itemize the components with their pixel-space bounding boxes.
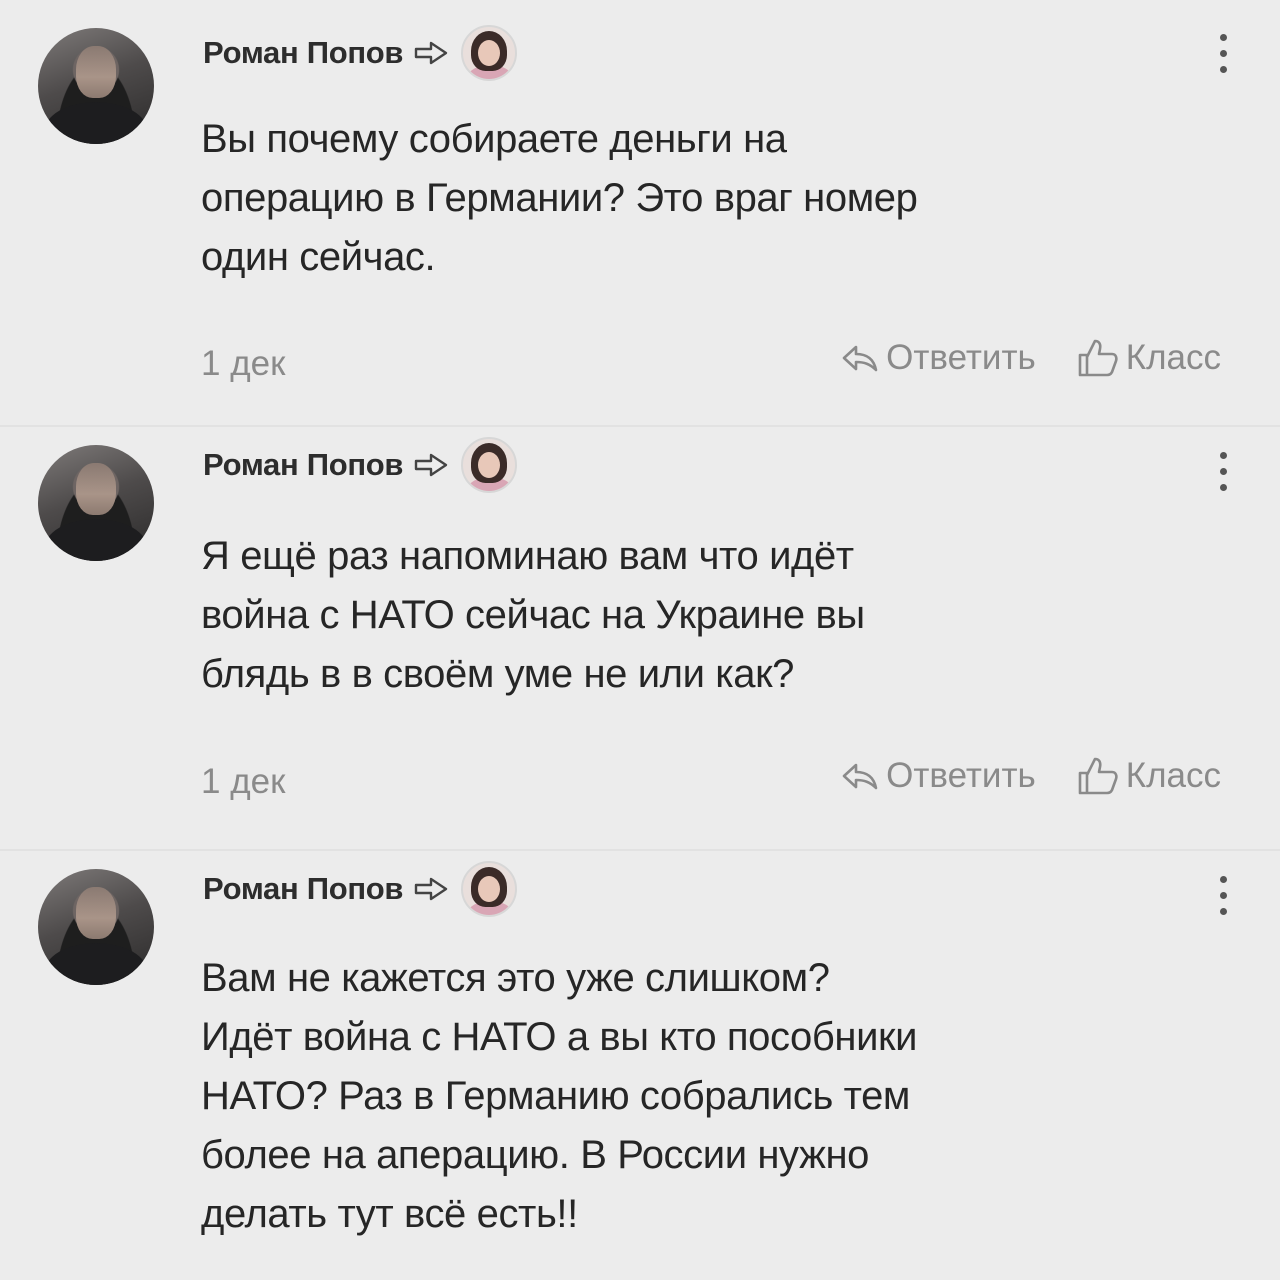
avatar-shoulders: [44, 943, 148, 985]
recipient-avatar[interactable]: [461, 437, 518, 493]
author-name[interactable]: Роман Попов: [203, 871, 403, 907]
comment-text: Вам не кажется это уже слишком? Идёт вой…: [201, 949, 1211, 1244]
reply-icon: [842, 345, 878, 372]
like-label: Класс: [1125, 756, 1221, 795]
recipient-avatar-face: [478, 452, 501, 478]
comment-line: война с НАТО сейчас на Украине вы: [201, 593, 865, 637]
like-label: Класс: [1125, 338, 1221, 377]
comment-line: Я ещё раз напоминаю вам что идёт: [201, 534, 854, 578]
comment-actions: Ответить Класс: [800, 756, 1221, 796]
reply-button[interactable]: Ответить: [840, 756, 1036, 796]
like-button[interactable]: Класс: [1076, 338, 1221, 378]
avatar[interactable]: [38, 28, 154, 144]
reply-arrow-icon: [414, 877, 448, 901]
avatar-face: [76, 46, 116, 98]
recipient-avatar-face: [478, 40, 501, 66]
comment-line: НАТО? Раз в Германию собрались тем: [201, 1074, 911, 1118]
comment-meta: 1 дек Ответить Класс: [201, 754, 1221, 804]
avatar-shoulders: [44, 102, 148, 144]
comment-line: Вы почему собираете деньги на: [201, 117, 787, 161]
comment-header: Роман Попов: [203, 25, 518, 81]
thumbs-up-icon: [1078, 339, 1118, 377]
reply-arrow-icon: [414, 41, 448, 65]
comment-line: блядь в в своём уме не или как?: [201, 652, 795, 696]
comment: Роман Попов Вам не кажется это уже слишк…: [0, 849, 1280, 1280]
avatar-face: [76, 887, 116, 939]
avatar[interactable]: [38, 445, 154, 561]
comment-line: делать тут всё есть!!: [201, 1192, 578, 1236]
comment-date: 1 дек: [201, 344, 286, 383]
reply-label: Ответить: [886, 338, 1036, 377]
more-vertical-icon[interactable]: [1218, 876, 1228, 924]
comment-line: операцию в Германии? Это враг номер: [201, 176, 918, 220]
comment-text: Вы почему собираете деньги на операцию в…: [201, 110, 1211, 287]
comment-line: Вам не кажется это уже слишком?: [201, 956, 830, 1000]
like-button[interactable]: Класс: [1076, 756, 1221, 796]
reply-button[interactable]: Ответить: [840, 338, 1036, 378]
thumbs-up-icon: [1078, 757, 1118, 795]
reply-label: Ответить: [886, 756, 1036, 795]
avatar[interactable]: [38, 869, 154, 985]
more-vertical-icon[interactable]: [1218, 452, 1228, 500]
comment-actions: Ответить Класс: [800, 338, 1221, 378]
comment-line: Идёт война с НАТО а вы кто пособники: [201, 1015, 918, 1059]
comment-header: Роман Попов: [203, 861, 518, 917]
comment: Роман Попов Вы почему собираете деньги н…: [0, 0, 1280, 425]
comment-text: Я ещё раз напоминаю вам что идёт война с…: [201, 527, 1211, 704]
comments-feed: Роман Попов Вы почему собираете деньги н…: [0, 0, 1280, 1280]
comment-header: Роман Попов: [203, 437, 518, 493]
comment: Роман Попов Я ещё раз напоминаю вам что …: [0, 425, 1280, 849]
avatar-shoulders: [44, 519, 148, 561]
comment-date: 1 дек: [201, 762, 286, 801]
author-name[interactable]: Роман Попов: [203, 447, 403, 483]
author-name[interactable]: Роман Попов: [203, 35, 403, 71]
comment-line: один сейчас.: [201, 235, 436, 279]
recipient-avatar-face: [478, 876, 501, 902]
avatar-face: [76, 463, 116, 515]
comment-meta: 1 дек Ответить Класс: [201, 336, 1221, 386]
comment-line: более на аперацию. В России нужно: [201, 1133, 869, 1177]
recipient-avatar[interactable]: [461, 25, 518, 81]
reply-icon: [842, 763, 878, 790]
recipient-avatar[interactable]: [461, 861, 518, 917]
more-vertical-icon[interactable]: [1218, 34, 1228, 82]
reply-arrow-icon: [414, 453, 448, 477]
